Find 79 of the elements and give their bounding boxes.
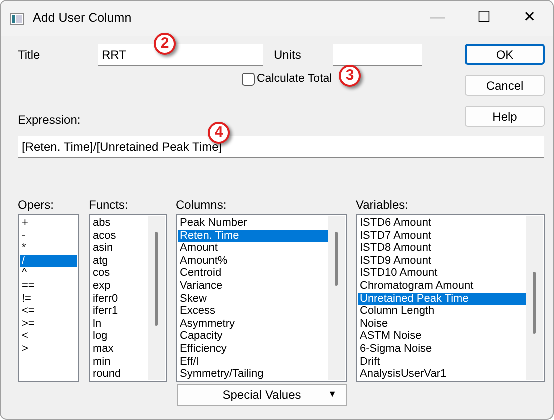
list-item[interactable]: / <box>20 254 77 268</box>
field-label: Units <box>274 47 302 64</box>
list-item[interactable]: round <box>91 368 148 381</box>
list-item[interactable]: ISTD10 Amount <box>358 267 526 280</box>
expression-label: Expression: <box>18 114 81 127</box>
list-item[interactable]: < <box>20 330 77 343</box>
list-item[interactable]: ISTD9 Amount <box>358 254 526 268</box>
list-item[interactable]: ISTD8 Amount <box>358 242 526 255</box>
list-label: Variables: <box>356 199 408 212</box>
callout-marker: 3 <box>339 65 361 87</box>
list-item[interactable]: log <box>91 330 148 343</box>
list-item[interactable]: Efficiency <box>178 342 328 356</box>
list-item[interactable]: Symmetry/Tailing <box>178 368 328 381</box>
list-item[interactable]: iferr1 <box>91 305 148 318</box>
field-label: Title <box>18 47 42 64</box>
list-item[interactable]: Column Length <box>358 305 526 318</box>
list-item[interactable]: - <box>20 230 77 242</box>
maximize-button[interactable]: ☐ <box>461 1 507 36</box>
list-item[interactable]: Centroid <box>178 267 328 280</box>
list-item[interactable]: Skew <box>178 292 328 306</box>
list-item[interactable]: min <box>91 356 148 368</box>
list-box[interactable]: abs acos asin atg cos exp iferr0 iferr1 ln log max min round <box>89 214 167 382</box>
list-item[interactable]: >= <box>20 318 77 330</box>
callout-marker: 4 <box>208 122 230 144</box>
list-item[interactable]: Eff/l <box>178 356 328 368</box>
dialog-button[interactable]: OK <box>465 44 545 65</box>
list-item[interactable]: + <box>20 217 77 230</box>
checkbox[interactable] <box>242 73 255 86</box>
list-box[interactable]: Peak Number Reten. Time Amount Amount% Centroid Variance Skew Excess Asymmetry Capacity Efficiency Eff/l Symmetry/Tailing <box>176 214 347 382</box>
list-item[interactable]: Chromatogram Amount <box>358 280 526 293</box>
list-item[interactable]: Drift <box>358 356 526 368</box>
list-item[interactable]: Asymmetry <box>178 318 328 330</box>
list-label: Opers: <box>18 199 54 212</box>
units-field[interactable] <box>333 44 422 66</box>
list-item[interactable]: Amount <box>178 242 328 255</box>
list-box[interactable]: ISTD6 Amount ISTD7 Amount ISTD8 Amount ISTD9 Amount ISTD10 Amount Chromatogram Amount Unretained Peak Time Column Length Noise ASTM Noise 6-Sigma Noise Drift AnalysisUserVar1 <box>356 214 545 382</box>
list-item[interactable]: ^ <box>20 267 77 280</box>
list-item[interactable]: acos <box>91 230 148 242</box>
list-item[interactable]: <= <box>20 305 77 318</box>
dropdown-arrow-icon: ▼ <box>328 388 337 402</box>
list-item[interactable]: Variance <box>178 280 328 293</box>
list-label: Columns: <box>176 199 227 212</box>
list-item[interactable]: * <box>20 242 77 255</box>
list-item[interactable]: > <box>20 342 77 356</box>
list-item[interactable]: ISTD6 Amount <box>358 217 526 230</box>
list-item[interactable]: Capacity <box>178 330 328 343</box>
dialog-button[interactable]: Cancel <box>465 75 545 96</box>
window-title: Add User Column <box>33 10 132 28</box>
list-item[interactable]: asin <box>91 242 148 255</box>
list-item[interactable]: max <box>91 342 148 356</box>
app-icon <box>10 12 24 24</box>
scrollbar[interactable] <box>328 216 345 380</box>
list-item[interactable]: atg <box>91 254 148 268</box>
list-item[interactable]: Unretained Peak Time <box>358 292 526 306</box>
list-item[interactable]: Noise <box>358 318 526 330</box>
special-values-button[interactable]: Special Values ▼ <box>177 384 347 406</box>
expression-field[interactable]: [Reten. Time]/[Unretained Peak Time] <box>18 136 544 158</box>
checkbox-label: Calculate Total <box>257 72 332 87</box>
list-item[interactable]: 6-Sigma Noise <box>358 342 526 356</box>
list-item[interactable]: cos <box>91 267 148 280</box>
list-item[interactable]: exp <box>91 280 148 293</box>
list-item[interactable]: ISTD7 Amount <box>358 230 526 242</box>
scrollbar[interactable] <box>526 216 543 380</box>
dialog-button[interactable]: Help <box>465 106 545 127</box>
list-item[interactable]: abs <box>91 217 148 230</box>
list-item[interactable]: Amount% <box>178 254 328 268</box>
list-item[interactable]: iferr0 <box>91 292 148 306</box>
scrollbar[interactable] <box>148 216 165 380</box>
list-item[interactable]: Reten. Time <box>178 230 328 242</box>
list-item[interactable]: == <box>20 280 77 293</box>
list-item[interactable]: ln <box>91 318 148 330</box>
list-item[interactable]: Excess <box>178 305 328 318</box>
list-item[interactable]: Peak Number <box>178 217 328 230</box>
list-item[interactable]: != <box>20 292 77 306</box>
list-box[interactable]: + - * / ^ == != <= >= < > <box>18 214 79 382</box>
list-item[interactable]: AnalysisUserVar1 <box>358 368 526 381</box>
close-button[interactable]: ✕ <box>507 1 553 36</box>
list-label: Functs: <box>89 199 128 212</box>
list-item[interactable]: ASTM Noise <box>358 330 526 343</box>
